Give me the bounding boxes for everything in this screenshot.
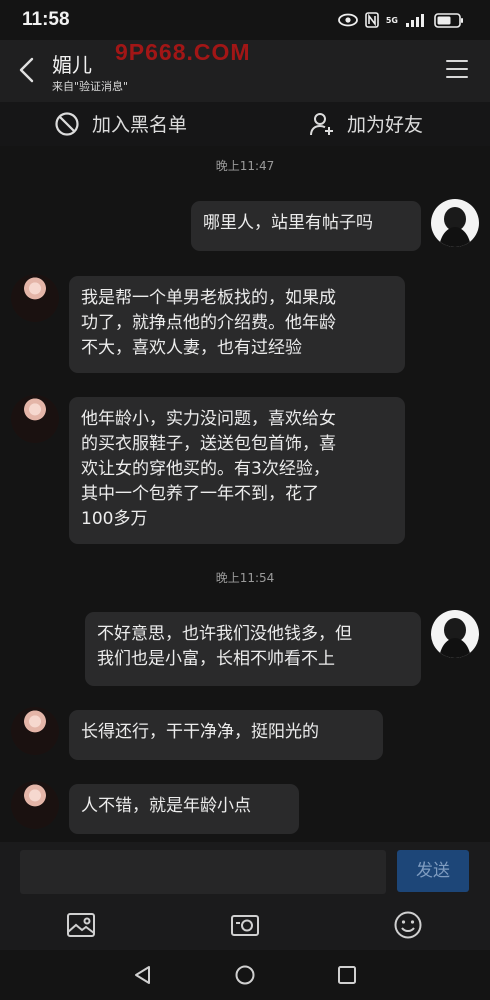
send-button[interactable]: 发送 — [397, 850, 469, 892]
status-icons: 5G — [337, 11, 464, 29]
network-label: 5G — [385, 15, 398, 25]
add-user-icon — [310, 112, 333, 135]
message-bubble-received[interactable]: 人不错，就是年龄小点 — [69, 784, 299, 834]
message-bubble-received[interactable]: 我是帮一个单男老板找的，如果成 功了，就挣点他的介绍费。他年龄 不大，喜欢人妻，… — [69, 276, 405, 373]
contact-avatar[interactable] — [11, 395, 59, 443]
message-bubble-sent[interactable]: 不好意思，也许我们没他钱多，但 我们也是小富，长相不帅看不上 — [85, 612, 421, 686]
timestamp: 晚上11:47 — [215, 159, 275, 173]
signal-icon — [406, 14, 424, 27]
ban-icon — [55, 111, 79, 136]
nav-back-icon[interactable] — [132, 964, 154, 986]
add-friend-button[interactable]: 加为好友 — [309, 110, 423, 137]
system-nav-bar — [0, 950, 490, 1000]
eye-icon — [337, 13, 358, 27]
contact-source: 来自"验证消息" — [52, 80, 129, 93]
contact-avatar[interactable] — [11, 707, 59, 755]
nav-recents-icon[interactable] — [336, 964, 358, 986]
emoji-icon[interactable] — [393, 910, 423, 940]
my-avatar[interactable] — [431, 610, 479, 658]
message-input[interactable] — [20, 850, 386, 894]
block-label: 加入黑名单 — [92, 114, 188, 136]
contact-avatar[interactable] — [11, 781, 59, 829]
battery-icon — [434, 12, 463, 28]
add-friend-label: 加为好友 — [347, 114, 424, 136]
message-bubble-sent[interactable]: 哪里人，站里有帖子吗 — [191, 201, 421, 251]
watermark: 9P668.COM — [115, 39, 251, 65]
block-button[interactable]: 加入黑名单 — [54, 110, 187, 137]
input-area: 发送 — [0, 842, 490, 900]
contact-avatar[interactable] — [11, 274, 59, 322]
tool-bar — [0, 900, 490, 950]
my-avatar[interactable] — [431, 199, 479, 247]
status-time: 11:58 — [22, 9, 70, 30]
contact-name: 媚儿 — [52, 53, 92, 77]
action-bar: 加入黑名单 加为好友 — [0, 102, 490, 146]
status-bar: 11:58 5G — [0, 0, 490, 40]
timestamp: 晚上11:54 — [215, 571, 275, 585]
nfc-icon — [365, 12, 379, 28]
message-bubble-received[interactable]: 长得还行，干干净净，挺阳光的 — [69, 710, 383, 760]
message-bubble-received[interactable]: 他年龄小，实力没问题，喜欢给女 的买衣服鞋子，送送包包首饰，喜 欢让女的穿他买的… — [69, 397, 405, 544]
nav-home-icon[interactable] — [234, 964, 256, 986]
menu-icon[interactable] — [446, 60, 468, 80]
image-icon[interactable] — [66, 910, 96, 940]
camera-icon[interactable] — [230, 910, 260, 940]
back-arrow-icon[interactable] — [14, 54, 42, 86]
